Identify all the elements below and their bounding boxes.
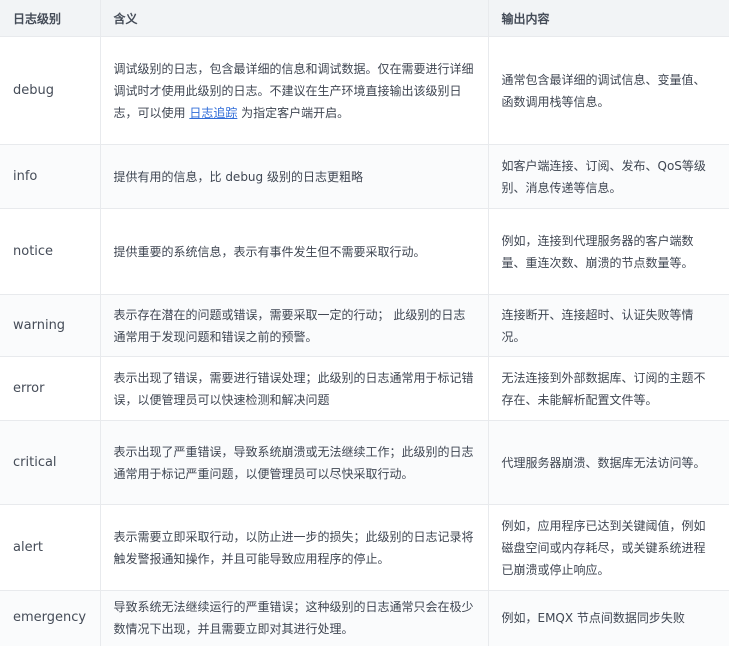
- level-cell: warning: [0, 294, 101, 357]
- meaning-text: 为指定客户端开启。: [237, 105, 350, 120]
- meaning-cell: 表示出现了严重错误，导致系统崩溃或无法继续工作；此级别的日志通常用于标记严重问题…: [100, 420, 489, 505]
- level-cell: emergency: [0, 590, 101, 646]
- header-output: 输出内容: [488, 0, 729, 37]
- meaning-cell: 导致系统无法继续运行的严重错误；这种级别的日志通常只会在极少数情况下出现，并且需…: [100, 590, 489, 646]
- header-meaning: 含义: [100, 0, 489, 37]
- output-cell: 如客户端连接、订阅、发布、QoS等级别、消息传递等信息。: [488, 144, 729, 209]
- output-cell: 例如，EMQX 节点间数据同步失败: [488, 590, 729, 646]
- level-cell: info: [0, 144, 101, 209]
- level-cell: debug: [0, 36, 101, 145]
- meaning-cell: 表示需要立即采取行动，以防止进一步的损失；此级别的日志记录将触发警报通知操作，并…: [100, 504, 489, 591]
- output-cell: 连接断开、连接超时、认证失败等情况。: [488, 294, 729, 357]
- meaning-cell: 表示存在潜在的问题或错误，需要采取一定的行动； 此级别的日志通常用于发现问题和错…: [100, 294, 489, 357]
- output-cell: 例如，连接到代理服务器的客户端数量、重连次数、崩溃的节点数量等。: [488, 208, 729, 295]
- table-row: critical 表示出现了严重错误，导致系统崩溃或无法继续工作；此级别的日志通…: [0, 420, 729, 505]
- level-cell: notice: [0, 208, 101, 295]
- meaning-cell: 调试级别的日志，包含最详细的信息和调试数据。仅在需要进行详细调试时才使用此级别的…: [100, 36, 489, 145]
- table-row: debug 调试级别的日志，包含最详细的信息和调试数据。仅在需要进行详细调试时才…: [0, 36, 729, 145]
- output-cell: 例如，应用程序已达到关键阈值，例如磁盘空间或内存耗尽，或关键系统进程已崩溃或停止…: [488, 504, 729, 591]
- level-cell: error: [0, 356, 101, 421]
- header-level: 日志级别: [0, 0, 101, 37]
- table-row: warning 表示存在潜在的问题或错误，需要采取一定的行动； 此级别的日志通常…: [0, 294, 729, 357]
- table-row: alert 表示需要立即采取行动，以防止进一步的损失；此级别的日志记录将触发警报…: [0, 504, 729, 591]
- meaning-cell: 表示出现了错误，需要进行错误处理；此级别的日志通常用于标记错误，以便管理员可以快…: [100, 356, 489, 421]
- output-cell: 代理服务器崩溃、数据库无法访问等。: [488, 420, 729, 505]
- meaning-cell: 提供有用的信息，比 debug 级别的日志更粗略: [100, 144, 489, 209]
- level-cell: alert: [0, 504, 101, 591]
- table-row: emergency 导致系统无法继续运行的严重错误；这种级别的日志通常只会在极少…: [0, 590, 729, 646]
- output-cell: 无法连接到外部数据库、订阅的主题不存在、未能解析配置文件等。: [488, 356, 729, 421]
- log-trace-link[interactable]: 日志追踪: [189, 106, 237, 120]
- meaning-cell: 提供重要的系统信息，表示有事件发生但不需要采取行动。: [100, 208, 489, 295]
- table-header-row: 日志级别 含义 输出内容: [0, 0, 729, 37]
- log-level-table: 日志级别 含义 输出内容 debug 调试级别的日志，包含最详细的信息和调试数据…: [0, 0, 729, 646]
- table-row: error 表示出现了错误，需要进行错误处理；此级别的日志通常用于标记错误，以便…: [0, 356, 729, 421]
- table-row: notice 提供重要的系统信息，表示有事件发生但不需要采取行动。 例如，连接到…: [0, 208, 729, 295]
- table-row: info 提供有用的信息，比 debug 级别的日志更粗略 如客户端连接、订阅、…: [0, 144, 729, 209]
- output-cell: 通常包含最详细的调试信息、变量值、函数调用栈等信息。: [488, 36, 729, 145]
- level-cell: critical: [0, 420, 101, 505]
